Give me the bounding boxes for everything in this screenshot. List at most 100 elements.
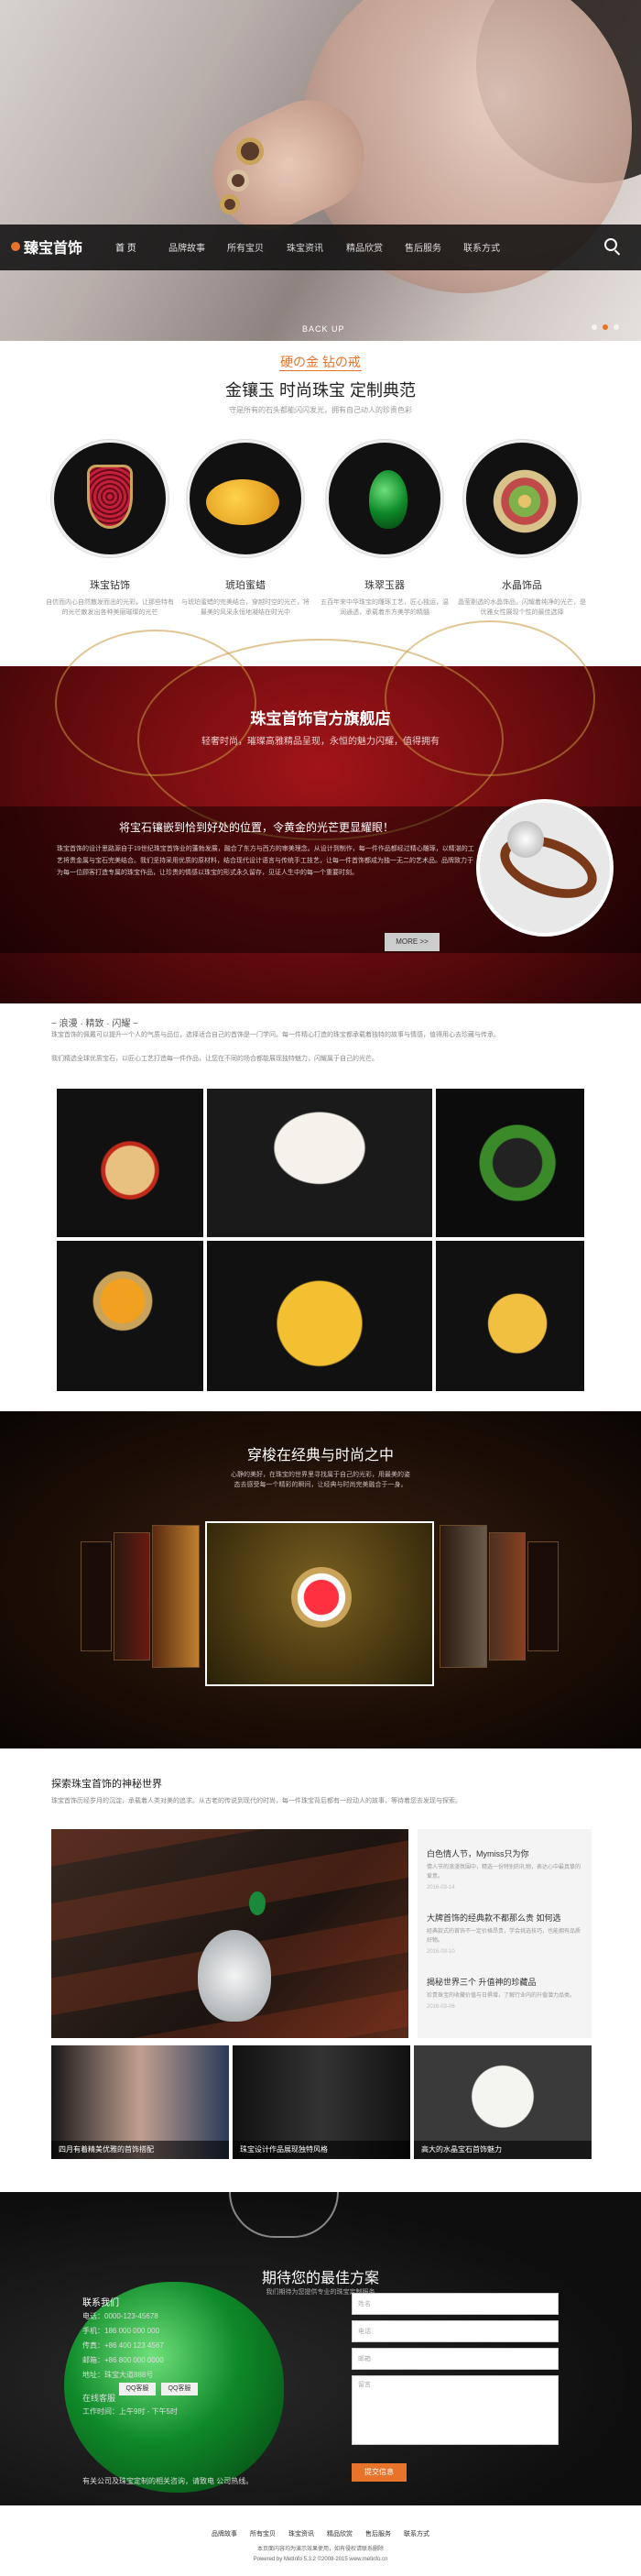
news-thumb-label[interactable]: 高大的水晶宝石首饰魅力 — [414, 2141, 592, 2159]
news-item[interactable]: 大牌首饰的经典款不都那么贵 如何选 经典款式的首饰不一定价格昂贵，学会挑选技巧，也… — [427, 1912, 584, 1955]
email-field[interactable]: 邮箱 — [352, 2348, 559, 2370]
nav-item-all-products[interactable]: 所有宝贝 — [227, 240, 264, 254]
news-thumb-label[interactable]: 珠宝设计作品展现独特风格 — [233, 2141, 410, 2159]
news-item[interactable]: 白色情人节，Mymiss只为你 情人节的浪漫氛围中，精选一份特别的礼物，表达心中最… — [427, 1847, 584, 1891]
news-item[interactable]: 揭秘世界三个 升值神的珍藏品珍贵珠宝的收藏价值与日俱增，了解行业内的升值潜力品类… — [427, 1976, 584, 2010]
category-desc: 与琥珀蜜蜡的完美结合，穿越时空的光芒，将最美的风采永恒地凝结在时光中 — [181, 599, 310, 616]
story-title: ~ 浪漫 · 精致 · 闪耀 ~ — [51, 1019, 139, 1029]
story-paragraph: 我们精选全球优质宝石，以匠心工艺打造每一件作品，让您在不同的场合都能展现独特魅力… — [51, 1056, 378, 1062]
site-logo[interactable]: 臻宝首饰 — [11, 236, 82, 258]
carousel-panel[interactable] — [152, 1525, 200, 1668]
news-thumb[interactable]: 珠宝设计作品展现独特风格 — [233, 2045, 410, 2159]
ring-image — [236, 137, 264, 165]
amber-gem — [206, 479, 279, 525]
contact-line: 电话：0000-123-45678 — [82, 2312, 158, 2320]
footer-link[interactable]: 品牌故事 — [212, 2531, 237, 2538]
category-title[interactable]: 琥珀蜜蜡 — [181, 577, 310, 592]
jade-gem — [369, 470, 407, 529]
showcase-title: 穿梭在经典与时尚之中 — [246, 1448, 394, 1463]
slide-dot[interactable] — [592, 324, 597, 330]
nav-item-service[interactable]: 售后服务 — [405, 240, 441, 254]
back-up-link[interactable]: BACK UP — [302, 324, 345, 334]
ring-stone — [507, 821, 544, 858]
category-title[interactable]: 水晶饰品 — [458, 577, 586, 592]
phone-field[interactable]: 电话 — [352, 2320, 559, 2342]
footer-note: 本页面内容均为演示效果使用，如有侵权请联系删除 — [256, 2547, 384, 2552]
pendant-image — [198, 1930, 271, 2022]
news-item-desc: 情人节的浪漫氛围中，精选一份特别的礼物，表达心中最真挚的爱意。 — [427, 1865, 581, 1880]
category-image-jade[interactable] — [326, 440, 443, 557]
carousel-panel[interactable] — [489, 1532, 526, 1661]
news-item-title[interactable]: 白色情人节，Mymiss只为你 — [427, 1847, 584, 1859]
carousel-panel[interactable] — [114, 1532, 150, 1661]
footer-link[interactable]: 售后服务 — [365, 2531, 391, 2538]
news-item-desc: 珍贵珠宝的收藏价值与日俱增，了解行业内的升值潜力品类。 — [427, 1993, 576, 1999]
work-hours: 工作时间：上午9时 - 下午5时 — [82, 2407, 179, 2416]
gallery-image[interactable] — [207, 1241, 432, 1391]
news-thumb[interactable]: 四月有着精美优雅的首饰搭配 — [51, 2045, 229, 2159]
pendant-gem — [87, 465, 133, 529]
carousel-panel[interactable] — [527, 1541, 559, 1651]
story-paragraph: 珠宝首饰的佩戴可以提升一个人的气质与品位，选择适合自己的首饰是一门学问。每一件精… — [51, 1032, 500, 1038]
footer-link[interactable]: 联系方式 — [404, 2531, 429, 2538]
name-field[interactable]: 姓名 — [352, 2293, 559, 2315]
news-list: 白色情人节，Mymiss只为你 情人节的浪漫氛围中，精选一份特别的礼物，表达心中最… — [418, 1829, 592, 2038]
category-title[interactable]: 珠宝钻饰 — [46, 577, 174, 592]
gallery-image[interactable] — [57, 1089, 203, 1237]
more-button[interactable]: MORE >> — [385, 933, 440, 951]
gallery-image[interactable] — [207, 1089, 432, 1237]
online-service-label: 在线客服 — [82, 2394, 116, 2403]
footer-link[interactable]: 精品欣赏 — [327, 2531, 353, 2538]
search-icon[interactable] — [604, 238, 617, 251]
footer-link[interactable]: 珠宝资讯 — [288, 2531, 314, 2538]
footer-link[interactable]: 所有宝贝 — [250, 2531, 276, 2538]
nav-item-news[interactable]: 珠宝资讯 — [287, 240, 323, 254]
news-item-date: 2016-03-14 — [427, 1885, 455, 1891]
category-caption: 珠宝钻饰 自信而内心自然散发而出的光彩，让那些特有的光芒散发出各种美丽璀璨的光芒 — [46, 577, 174, 618]
banner-body: 珠宝首饰的设计思路源自于19世纪珠宝首饰业的蓬勃发展，融合了东方与西方的审美理念… — [57, 846, 474, 876]
gallery-image[interactable] — [436, 1089, 584, 1237]
nav-item-contact[interactable]: 联系方式 — [463, 240, 500, 254]
emerald-image — [249, 1891, 266, 1915]
news-item-title[interactable]: 揭秘世界三个 升值神的珍藏品 — [427, 1976, 584, 1988]
slide-dot[interactable] — [614, 324, 619, 330]
contact-line: 手机：186 000 000 000 — [82, 2327, 160, 2335]
nav-item-home[interactable]: 首 页 — [115, 240, 136, 254]
carousel-panel[interactable] — [81, 1541, 112, 1651]
category-caption: 琥珀蜜蜡与琥珀蜜蜡的完美结合，穿越时空的光芒，将最美的风采永恒地凝结在时光中 — [181, 577, 310, 618]
intro-title: 金镶玉 时尚珠宝 定制典范 — [224, 381, 416, 400]
banner-headline: 将宝石镶嵌到恰到好处的位置，令黄金的光芒更显耀眼！ — [119, 821, 395, 834]
news-main-image[interactable] — [51, 1829, 408, 2038]
qq-service-button[interactable]: QQ客服 — [119, 2383, 156, 2395]
category-image-amber[interactable] — [187, 440, 304, 557]
showcase-desc: 心静的美好，在珠宝的世界里寻找属于自己的光彩，用最美的姿态去感受每一个精彩的瞬间… — [231, 1472, 410, 1488]
nav-item-gallery[interactable]: 精品欣赏 — [346, 240, 383, 254]
hero-banner — [0, 0, 641, 341]
contact-line: 传真：+86 400 123 4567 — [82, 2341, 164, 2350]
qq-service-button[interactable]: QQ客服 — [161, 2383, 198, 2395]
carousel-main-image[interactable] — [205, 1521, 434, 1686]
category-image-diamond[interactable] — [51, 440, 168, 557]
category-title[interactable]: 珠翠玉器 — [320, 577, 449, 592]
gallery-image[interactable] — [436, 1241, 584, 1391]
news-item-title[interactable]: 大牌首饰的经典款不都那么贵 如何选 — [427, 1912, 584, 1924]
footer-copyright: Powered by MetInfo 5.3.2 ©2008-2015 www.… — [253, 2557, 388, 2562]
category-image-crystal[interactable] — [463, 440, 581, 557]
gallery-image[interactable] — [57, 1241, 203, 1391]
category-desc: 晶莹剔透的水晶饰品，闪耀着纯净的光芒，是优雅女性展现个性的最佳选择 — [458, 599, 586, 616]
carousel-panel[interactable] — [440, 1525, 487, 1668]
category-caption: 水晶饰品晶莹剔透的水晶饰品，闪耀着纯净的光芒，是优雅女性展现个性的最佳选择 — [458, 577, 586, 618]
submit-button[interactable]: 提交信息 — [352, 2463, 407, 2482]
featured-ring-image[interactable] — [476, 799, 614, 937]
news-thumb-label[interactable]: 四月有着精美优雅的首饰搭配 — [51, 2141, 229, 2159]
news-section-title: 探索珠宝首饰的神秘世界 — [51, 1779, 162, 1790]
product-gallery — [57, 1089, 584, 1391]
footer-links: 品牌故事 所有宝贝 珠宝资讯 精品欣赏 售后服务 联系方式 — [0, 2529, 641, 2538]
news-thumb[interactable]: 高大的水晶宝石首饰魅力 — [414, 2045, 592, 2159]
slide-dot-active[interactable] — [603, 324, 608, 330]
banner-title: 珠宝首饰官方旗舰店 — [250, 710, 391, 728]
slider-dots[interactable] — [592, 324, 619, 330]
news-intro: 珠宝首饰历经岁月的沉淀，承载着人类对美的追求。从古老的传说到现代的时尚，每一件珠… — [51, 1798, 462, 1804]
message-field[interactable]: 留言 — [352, 2375, 559, 2445]
nav-item-brand-story[interactable]: 品牌故事 — [168, 240, 205, 254]
